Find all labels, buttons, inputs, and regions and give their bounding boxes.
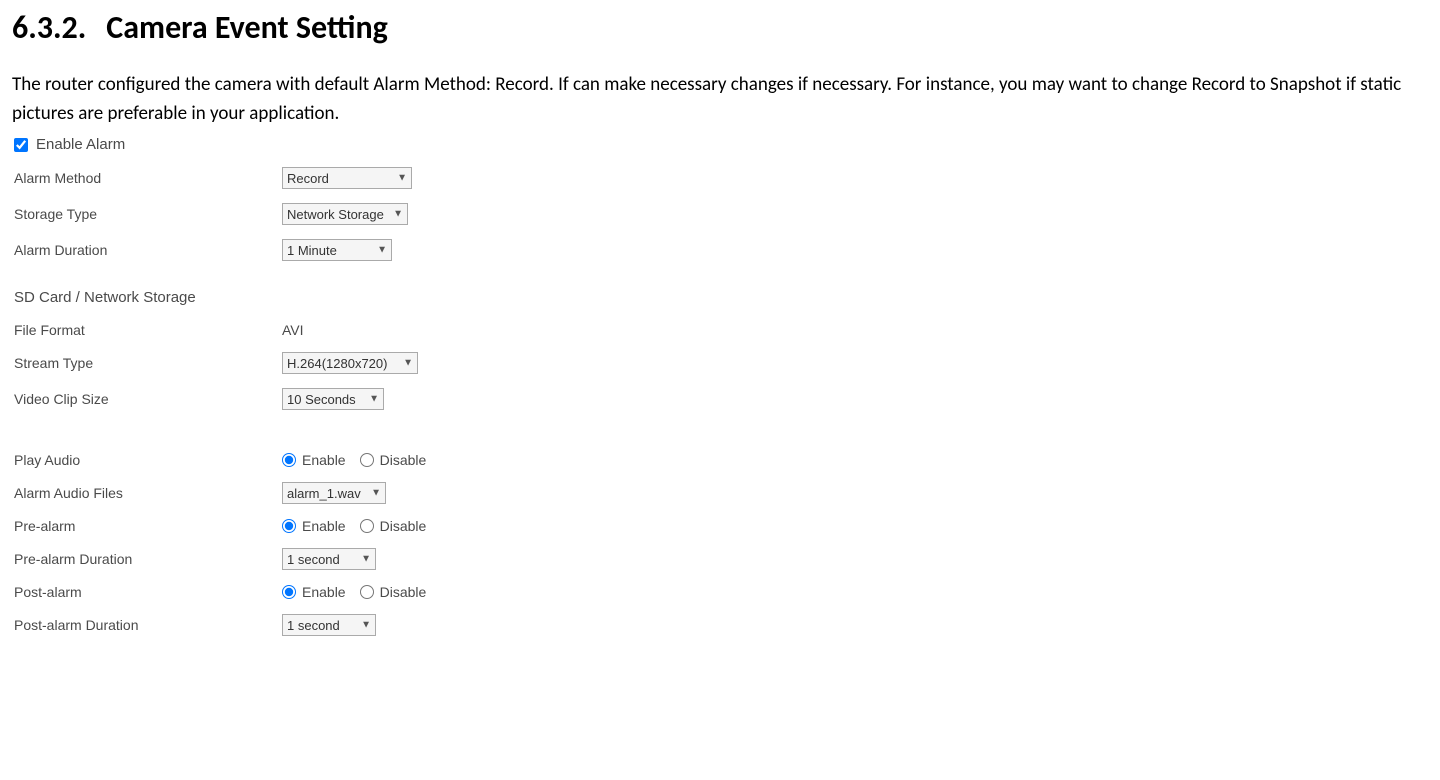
pre-alarm-disable-radio[interactable] [360,519,374,533]
enable-alarm-label: Enable Alarm [36,136,125,153]
alarm-duration-label: Alarm Duration [14,242,282,258]
alarm-method-row: Alarm Method Record ▼ [14,167,1428,189]
post-alarm-duration-row: Post-alarm Duration 1 second ▼ [14,614,1428,636]
play-audio-disable-radio[interactable] [360,453,374,467]
stream-type-label: Stream Type [14,355,282,371]
storage-type-select[interactable]: Network Storage [282,203,408,225]
alarm-audio-files-label: Alarm Audio Files [14,485,282,501]
video-clip-size-select[interactable]: 10 Seconds [282,388,384,410]
play-audio-row: Play Audio Enable Disable [14,452,1428,468]
post-alarm-disable-radio[interactable] [360,585,374,599]
post-alarm-disable-label: Disable [380,584,427,600]
intro-paragraph: The router configured the camera with de… [12,71,1428,128]
pre-alarm-duration-select-wrapper: 1 second ▼ [282,548,376,570]
pre-alarm-duration-label: Pre-alarm Duration [14,551,282,567]
video-clip-size-row: Video Clip Size 10 Seconds ▼ [14,388,1428,410]
play-audio-enable-radio[interactable] [282,453,296,467]
alarm-method-select[interactable]: Record [282,167,412,189]
pre-alarm-enable-radio[interactable] [282,519,296,533]
spacer [14,424,1428,452]
stream-type-row: Stream Type H.264(1280x720) ▼ [14,352,1428,374]
stream-type-select-wrapper: H.264(1280x720) ▼ [282,352,418,374]
post-alarm-enable-radio[interactable] [282,585,296,599]
post-alarm-duration-select[interactable]: 1 second [282,614,376,636]
storage-type-select-wrapper: Network Storage ▼ [282,203,408,225]
post-alarm-radio-group: Enable Disable [282,584,440,600]
enable-alarm-checkbox[interactable] [14,138,28,152]
file-format-label: File Format [14,322,282,338]
enable-alarm-row: Enable Alarm [14,136,1428,153]
pre-alarm-label: Pre-alarm [14,518,282,534]
post-alarm-enable-label: Enable [302,584,346,600]
post-alarm-label: Post-alarm [14,584,282,600]
post-alarm-duration-select-wrapper: 1 second ▼ [282,614,376,636]
section-heading: 6.3.2. Camera Event Setting [12,8,1428,47]
alarm-duration-select-wrapper: 1 Minute ▼ [282,239,392,261]
post-alarm-row: Post-alarm Enable Disable [14,584,1428,600]
pre-alarm-duration-select[interactable]: 1 second [282,548,376,570]
alarm-method-select-wrapper: Record ▼ [282,167,412,189]
alarm-method-label: Alarm Method [14,170,282,186]
storage-type-label: Storage Type [14,206,282,222]
pre-alarm-radio-group: Enable Disable [282,518,440,534]
storage-type-row: Storage Type Network Storage ▼ [14,203,1428,225]
storage-section-heading: SD Card / Network Storage [14,289,1428,306]
play-audio-label: Play Audio [14,452,282,468]
section-number: 6.3.2. [12,8,86,47]
pre-alarm-enable-label: Enable [302,518,346,534]
form-container: Enable Alarm Alarm Method Record ▼ Stora… [14,136,1428,636]
stream-type-select[interactable]: H.264(1280x720) [282,352,418,374]
play-audio-enable-label: Enable [302,452,346,468]
video-clip-size-select-wrapper: 10 Seconds ▼ [282,388,384,410]
file-format-value: AVI [282,322,304,338]
file-format-row: File Format AVI [14,322,1428,338]
section-title: Camera Event Setting [106,8,388,47]
alarm-audio-files-row: Alarm Audio Files alarm_1.wav ▼ [14,482,1428,504]
alarm-duration-row: Alarm Duration 1 Minute ▼ [14,239,1428,261]
video-clip-size-label: Video Clip Size [14,391,282,407]
alarm-audio-files-select-wrapper: alarm_1.wav ▼ [282,482,386,504]
play-audio-disable-label: Disable [380,452,427,468]
pre-alarm-row: Pre-alarm Enable Disable [14,518,1428,534]
pre-alarm-disable-label: Disable [380,518,427,534]
alarm-duration-select[interactable]: 1 Minute [282,239,392,261]
post-alarm-duration-label: Post-alarm Duration [14,617,282,633]
pre-alarm-duration-row: Pre-alarm Duration 1 second ▼ [14,548,1428,570]
alarm-audio-files-select[interactable]: alarm_1.wav [282,482,386,504]
play-audio-radio-group: Enable Disable [282,452,440,468]
